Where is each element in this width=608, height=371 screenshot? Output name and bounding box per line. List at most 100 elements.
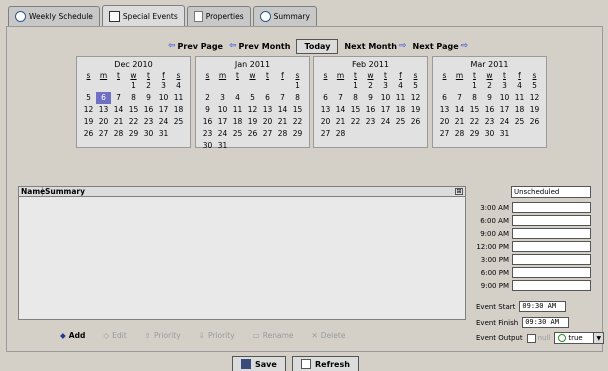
day-cell[interactable]: 31 [156, 128, 171, 140]
refresh-button[interactable]: Refresh [292, 356, 359, 371]
day-cell[interactable]: 8 [290, 92, 305, 104]
day-cell[interactable]: 1 [290, 80, 305, 92]
day-cell[interactable]: 10 [497, 92, 512, 104]
day-cell[interactable]: 12 [527, 92, 542, 104]
day-cell[interactable]: 4 [393, 80, 408, 92]
day-cell[interactable]: 7 [333, 92, 348, 104]
day-cell[interactable]: 13 [318, 104, 333, 116]
day-cell[interactable]: 7 [275, 92, 290, 104]
day-cell[interactable]: 16 [200, 116, 215, 128]
next-month-button[interactable]: Next Month ⇨ [344, 41, 406, 51]
day-cell[interactable]: 29 [126, 128, 141, 140]
day-cell[interactable]: 13 [96, 104, 111, 116]
time-slot[interactable] [512, 202, 591, 213]
time-slot[interactable] [512, 280, 591, 291]
column-name[interactable]: Name [19, 187, 45, 196]
day-cell[interactable]: 5 [408, 80, 423, 92]
day-cell[interactable]: 14 [111, 104, 126, 116]
day-cell[interactable]: 12 [245, 104, 260, 116]
day-cell[interactable]: 1 [467, 80, 482, 92]
day-cell[interactable]: 25 [230, 128, 245, 140]
day-cell[interactable]: 23 [200, 128, 215, 140]
day-cell[interactable]: 30 [482, 128, 497, 140]
day-cell[interactable]: 25 [512, 116, 527, 128]
day-cell[interactable]: 17 [215, 116, 230, 128]
day-cell[interactable]: 29 [290, 128, 305, 140]
day-cell[interactable]: 3 [497, 80, 512, 92]
day-cell[interactable]: 12 [408, 92, 423, 104]
day-cell[interactable]: 22 [290, 116, 305, 128]
day-cell[interactable]: 28 [275, 128, 290, 140]
day-cell[interactable]: 21 [111, 116, 126, 128]
tab-weekly-schedule[interactable]: Weekly Schedule [8, 6, 100, 26]
day-cell[interactable]: 13 [260, 104, 275, 116]
day-cell[interactable]: 20 [260, 116, 275, 128]
day-cell[interactable]: 2 [363, 80, 378, 92]
day-cell[interactable]: 10 [215, 104, 230, 116]
day-cell[interactable]: 6 [260, 92, 275, 104]
day-cell[interactable]: 9 [200, 104, 215, 116]
day-cell[interactable]: 27 [96, 128, 111, 140]
day-cell[interactable]: 2 [200, 92, 215, 104]
day-cell[interactable]: 30 [200, 140, 215, 152]
day-cell[interactable]: 18 [393, 104, 408, 116]
day-cell[interactable]: 9 [482, 92, 497, 104]
day-cell[interactable]: 26 [527, 116, 542, 128]
day-cell[interactable]: 13 [437, 104, 452, 116]
day-cell[interactable]: 8 [126, 92, 141, 104]
time-slot[interactable] [512, 215, 591, 226]
prev-month-button[interactable]: ⇦ Prev Month [229, 41, 290, 51]
day-cell[interactable]: 14 [333, 104, 348, 116]
day-cell[interactable]: 15 [348, 104, 363, 116]
day-cell[interactable]: 11 [393, 92, 408, 104]
day-cell[interactable]: 8 [348, 92, 363, 104]
day-cell[interactable]: 10 [156, 92, 171, 104]
today-button[interactable]: Today [296, 38, 339, 54]
tab-special-events[interactable]: Special Events [101, 5, 185, 26]
day-cell[interactable]: 26 [245, 128, 260, 140]
day-cell[interactable]: 27 [318, 128, 333, 140]
day-cell[interactable]: 16 [363, 104, 378, 116]
day-cell[interactable]: 31 [497, 128, 512, 140]
day-cell[interactable]: 12 [81, 104, 96, 116]
priority-button[interactable]: ⇧ Priority [145, 331, 181, 340]
day-cell[interactable]: 17 [378, 104, 393, 116]
day-cell[interactable]: 23 [363, 116, 378, 128]
prev-page-button[interactable]: ⇦ Prev Page [168, 41, 223, 51]
day-cell[interactable]: 19 [527, 104, 542, 116]
day-cell[interactable]: 4 [512, 80, 527, 92]
day-cell[interactable]: 18 [171, 104, 186, 116]
day-cell[interactable]: 23 [141, 116, 156, 128]
day-cell[interactable]: 15 [126, 104, 141, 116]
event-finish-input[interactable]: 09:30 AM [522, 317, 570, 328]
day-cell[interactable]: 20 [318, 116, 333, 128]
day-cell[interactable]: 18 [512, 104, 527, 116]
day-cell[interactable]: 3 [378, 80, 393, 92]
day-cell[interactable]: 22 [348, 116, 363, 128]
day-cell[interactable]: 6 [96, 92, 111, 104]
day-cell[interactable]: 15 [467, 104, 482, 116]
time-slot[interactable] [512, 254, 591, 265]
day-cell[interactable]: 19 [408, 104, 423, 116]
day-cell[interactable]: 2 [141, 80, 156, 92]
null-checkbox[interactable] [526, 333, 536, 343]
day-cell[interactable]: 25 [171, 116, 186, 128]
edit-button[interactable]: ◇ Edit [103, 331, 126, 340]
time-slot[interactable] [512, 228, 591, 239]
day-cell[interactable]: 26 [408, 116, 423, 128]
day-cell[interactable]: 10 [378, 92, 393, 104]
day-cell[interactable]: 21 [333, 116, 348, 128]
day-cell[interactable]: 17 [156, 104, 171, 116]
chevron-down-icon[interactable]: ▼ [593, 333, 604, 343]
day-cell[interactable]: 24 [378, 116, 393, 128]
day-cell[interactable]: 8 [467, 92, 482, 104]
day-cell[interactable]: 17 [497, 104, 512, 116]
day-cell[interactable]: 11 [171, 92, 186, 104]
day-cell[interactable]: 24 [156, 116, 171, 128]
time-slot[interactable] [512, 267, 591, 278]
time-slot[interactable] [512, 241, 591, 252]
save-button[interactable]: Save [232, 356, 286, 371]
day-cell[interactable]: 9 [141, 92, 156, 104]
event-output-select[interactable]: true ▼ [554, 332, 605, 344]
event-start-input[interactable]: 09:30 AM [519, 301, 567, 312]
